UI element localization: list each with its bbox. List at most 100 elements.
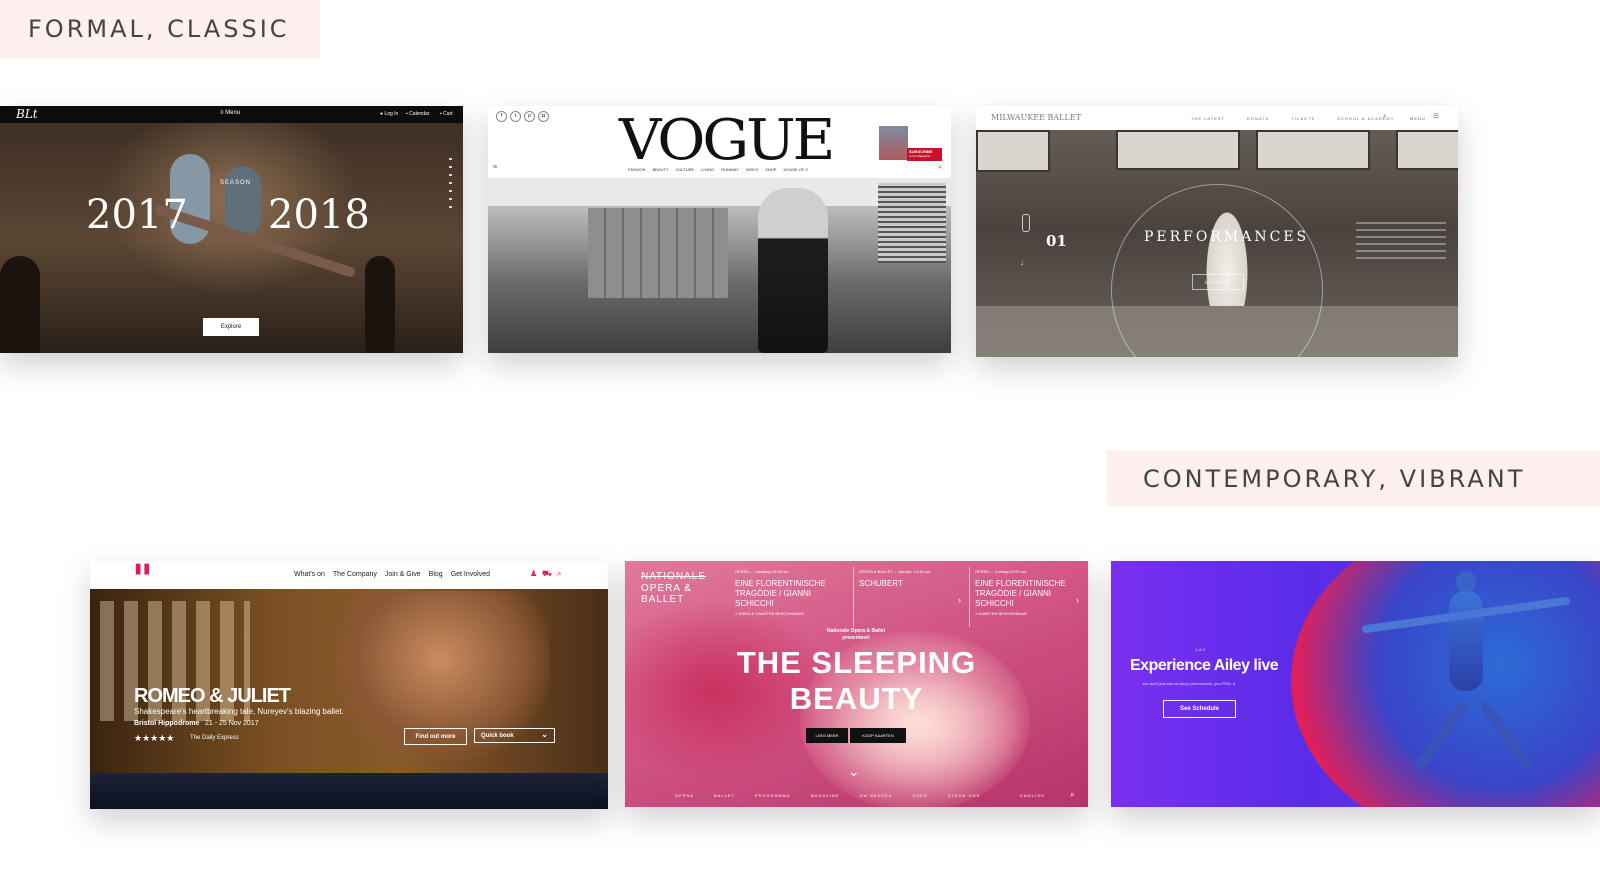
koop-kaarten-button[interactable]: KOOP KAARTEN bbox=[850, 728, 906, 743]
romeo-nav-item[interactable]: Join & Give bbox=[385, 571, 421, 578]
romeo-subtitle: Shakespeare's heartbreaking tale, Nureye… bbox=[134, 707, 344, 716]
footer-nav-item[interactable]: STEUN ONS bbox=[948, 793, 980, 798]
vogue-nav-item[interactable]: LIVING bbox=[701, 167, 714, 172]
vogue-nav-item[interactable]: VIDEO bbox=[746, 167, 758, 172]
search-icon[interactable]: ⌕ bbox=[1070, 789, 1075, 800]
ballet-login-link[interactable]: ● Log In bbox=[380, 111, 398, 117]
chevron-right-icon[interactable]: › bbox=[1076, 595, 1079, 605]
vogue-nav-item[interactable]: CULTURE bbox=[676, 167, 695, 172]
user-icon[interactable]: ♟ bbox=[530, 569, 537, 578]
vogue-nav-item[interactable]: HOUSE OF Z bbox=[783, 167, 807, 172]
star-rating: ★★★★★ bbox=[134, 733, 175, 743]
find-out-more-button[interactable]: Find out more bbox=[404, 728, 467, 745]
nationale-event-card[interactable]: OPERA — Vandaag 20:00 uur EINE FLORENTIN… bbox=[735, 569, 845, 616]
footer-nav-item[interactable]: ENGLISH bbox=[1020, 793, 1045, 798]
warehouse-window bbox=[1256, 130, 1370, 170]
romeo-nav-item[interactable]: Blog bbox=[429, 571, 443, 578]
footer-nav-item[interactable]: MAGAZINE bbox=[811, 793, 840, 798]
milwaukee-explore-button[interactable]: EXPLORE bbox=[1192, 274, 1244, 290]
filing-cabinets bbox=[588, 208, 728, 298]
ballet-year-right: 2018 bbox=[268, 192, 370, 238]
lees-meer-button[interactable]: LEES MEER bbox=[806, 728, 848, 743]
search-icon[interactable]: ⌕ bbox=[557, 569, 561, 579]
vogue-logo[interactable]: VOGUE bbox=[619, 108, 835, 173]
section-label-contemporary: CONTEMPORARY, VIBRANT bbox=[1107, 450, 1600, 507]
footer-nav-item[interactable]: OPERA bbox=[675, 793, 694, 798]
nationale-event-card[interactable]: OPERA — Zondag 20:00 uur EINE FLORENTINI… bbox=[975, 569, 1080, 616]
dancer-figure-right bbox=[225, 166, 261, 236]
footer-nav-item[interactable]: BALLET bbox=[714, 793, 735, 798]
ballet-site-screenshot[interactable]: BLt ≡ Menu ● Log In ▪ Calendar ▪ Cart SE… bbox=[0, 106, 463, 353]
milwaukee-nav-item[interactable]: THE LATEST bbox=[1191, 116, 1225, 121]
silhouette-right bbox=[365, 256, 395, 353]
milwaukee-nav-item[interactable]: DONATE bbox=[1247, 116, 1269, 121]
quote-logo-icon[interactable]: " bbox=[132, 561, 153, 600]
ballet-calendar-link[interactable]: ▪ Calendar bbox=[406, 111, 429, 117]
ballet-cart-link[interactable]: ▪ Cart bbox=[440, 111, 453, 117]
see-schedule-button[interactable]: See Schedule bbox=[1163, 700, 1236, 718]
milwaukee-body-text bbox=[1356, 222, 1446, 262]
pinterest-icon[interactable]: p bbox=[524, 111, 535, 122]
vogue-nav-item[interactable]: SHOP bbox=[765, 167, 776, 172]
vogue-nav-item[interactable]: FASHION bbox=[628, 167, 646, 172]
footer-nav-item[interactable]: OVER bbox=[913, 793, 928, 798]
ballet-menu-label: Menu bbox=[225, 110, 241, 116]
ailey-site-screenshot[interactable]: 1 of 3 Experience Ailey live You don't j… bbox=[1111, 561, 1600, 807]
nationale-brand-line2[interactable]: OPERA & bbox=[641, 583, 692, 594]
window-blinds bbox=[878, 183, 946, 263]
romeo-nav-item[interactable]: Get Involved bbox=[451, 571, 490, 578]
scroll-mouse-icon bbox=[1022, 214, 1030, 232]
footer-nav-item[interactable]: PROGRAMMA bbox=[755, 793, 791, 798]
romeo-juliet-site-screenshot[interactable]: " What's on The Company Join & Give Blog… bbox=[90, 561, 608, 809]
ballet-menu-button[interactable]: ≡ Menu bbox=[220, 110, 240, 116]
milwaukee-brand[interactable]: MILWAUKEE BALLET bbox=[991, 113, 1081, 122]
milwaukee-nav: THE LATEST DONATE TICKETS SCHOOL & ACADE… bbox=[1191, 116, 1394, 121]
event-tag: OPERA — Vandaag 20:00 uur bbox=[735, 569, 789, 574]
vogue-subscribe-button[interactable]: SUBSCRIBE to the Magazine bbox=[907, 148, 942, 161]
search-icon[interactable]: ⌕ bbox=[1383, 113, 1387, 121]
nationale-opera-site-screenshot[interactable]: NATIONALE OPERA & BALLET OPERA — Vandaag… bbox=[625, 561, 1088, 807]
chevron-down-icon[interactable]: ⌄ bbox=[848, 763, 860, 780]
nationale-footer-nav: OPERA BALLET PROGRAMMA MAGAZINE UW BEZOE… bbox=[675, 793, 1045, 798]
romeo-venue: Bristol Hippodrome bbox=[134, 720, 200, 727]
column-divider bbox=[969, 567, 970, 627]
milwaukee-menu-label[interactable]: MENU bbox=[1410, 116, 1426, 121]
nationale-brand-line3[interactable]: BALLET bbox=[641, 594, 684, 605]
ailey-title: Experience Ailey live bbox=[1130, 657, 1279, 674]
vogue-nav-item[interactable]: RUNWAY bbox=[721, 167, 738, 172]
event-title: SCHUBERT bbox=[859, 579, 903, 588]
cart-icon[interactable]: ⛟ bbox=[542, 569, 552, 579]
vogue-nav-item[interactable]: BEAUTY bbox=[653, 167, 669, 172]
ballet-logo[interactable]: BLt bbox=[16, 107, 38, 121]
ballet-calendar-label: Calendar bbox=[409, 111, 430, 117]
slide-dots[interactable] bbox=[449, 158, 452, 208]
hamburger-icon[interactable]: ≡ bbox=[1433, 111, 1439, 122]
footer-nav-item[interactable]: UW BEZOEK bbox=[859, 793, 892, 798]
nationale-brand-line1[interactable]: NATIONALE bbox=[641, 571, 706, 582]
event-note: ● ENKELE KAARTEN BESCHIKBAAR bbox=[735, 611, 804, 616]
facebook-icon[interactable]: f bbox=[496, 111, 507, 122]
ailey-subtitle: You don't just see an Ailey performance,… bbox=[1142, 681, 1236, 686]
instagram-icon[interactable]: ◘ bbox=[538, 111, 549, 122]
vogue-site-screenshot[interactable]: f t p ◘ VOGUE FASHION BEAUTY CULTURE LIV… bbox=[488, 106, 951, 353]
romeo-nav: What's on The Company Join & Give Blog G… bbox=[294, 571, 490, 578]
romeo-nav-item[interactable]: The Company bbox=[333, 571, 377, 578]
nationale-event-card[interactable]: OPERA & BALLET — Morgen 14:15 uur SCHUBE… bbox=[859, 569, 959, 588]
romeo-nav-item[interactable]: What's on bbox=[294, 571, 325, 578]
hamburger-icon[interactable]: ≡ bbox=[493, 164, 497, 171]
milwaukee-site-screenshot[interactable]: MILWAUKEE BALLET THE LATEST DONATE TICKE… bbox=[976, 106, 1458, 357]
vogue-hero-photo[interactable] bbox=[488, 178, 951, 353]
event-tag: OPERA — Zondag 20:00 uur bbox=[975, 569, 1027, 574]
search-icon[interactable]: ⌕ bbox=[938, 164, 942, 172]
ballet-explore-button[interactable]: Explore bbox=[203, 318, 259, 336]
arrow-down-icon[interactable]: ↓ bbox=[1020, 258, 1024, 267]
woman-figure bbox=[758, 188, 828, 353]
ailey-slide-counter: 1 of 3 bbox=[1195, 647, 1206, 652]
quick-book-select[interactable]: Quick book ⌄ bbox=[474, 728, 555, 743]
chevron-right-icon[interactable]: › bbox=[958, 595, 961, 605]
magazine-cover-thumbnail[interactable] bbox=[879, 126, 908, 160]
ballet-year-left: 2017 bbox=[86, 192, 188, 238]
milwaukee-nav-item[interactable]: TICKETS bbox=[1291, 116, 1315, 121]
romeo-title: ROMEO & JULIET bbox=[134, 685, 291, 707]
twitter-icon[interactable]: t bbox=[510, 111, 521, 122]
